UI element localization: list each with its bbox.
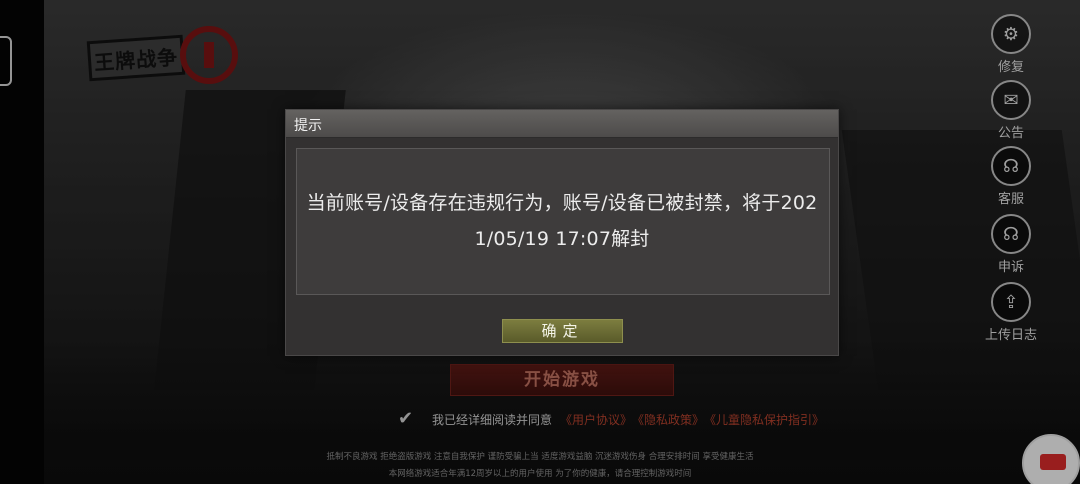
- dialog-title: 提示: [294, 118, 322, 134]
- dialog-header: 提示: [286, 110, 838, 138]
- confirm-button[interactable]: 确定: [502, 319, 623, 343]
- dialog-message: 当前账号/设备存在违规行为，账号/设备已被封禁，将于2021/05/19 17:…: [306, 192, 818, 250]
- dialog-body: 当前账号/设备存在违规行为，账号/设备已被封禁，将于2021/05/19 17:…: [296, 148, 830, 295]
- ban-notice-dialog: 提示 当前账号/设备存在违规行为，账号/设备已被封禁，将于2021/05/19 …: [285, 109, 839, 356]
